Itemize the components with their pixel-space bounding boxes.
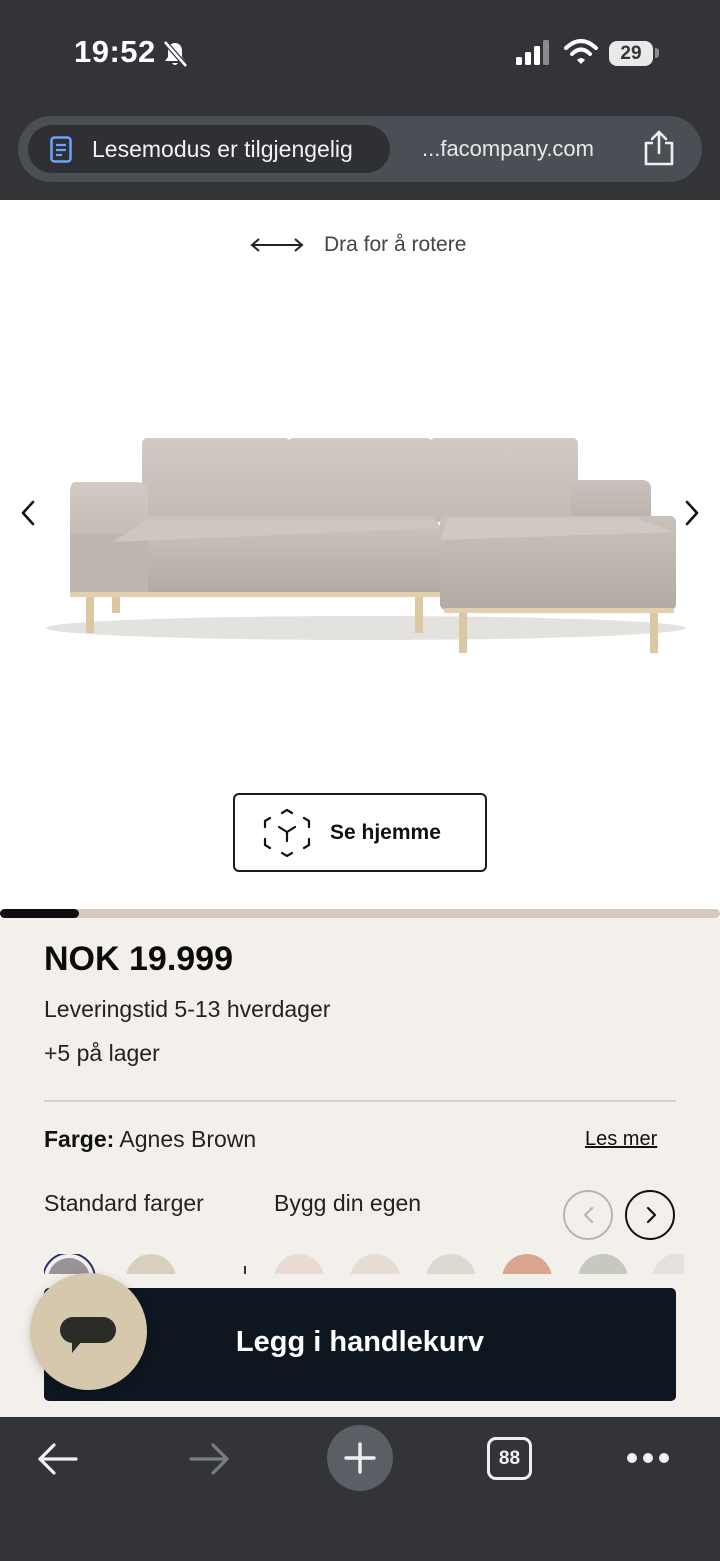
more-options-icon[interactable] [626, 1451, 670, 1465]
double-arrow-icon [250, 238, 304, 252]
forward-arrow-icon[interactable] [187, 1441, 231, 1477]
delivery-time: Leveringstid 5-13 hverdager [44, 996, 331, 1022]
color-label: Farge: [44, 1126, 115, 1152]
read-more-link[interactable]: Les mer [585, 1128, 657, 1151]
color-swatch[interactable] [426, 1254, 476, 1274]
battery-indicator: 29 [609, 41, 653, 66]
chat-button[interactable] [30, 1273, 147, 1390]
browser-top-chrome: 19:52 29 Lesemodus er tilgjengelig ...fa… [0, 0, 720, 200]
swatch-prev-button[interactable] [563, 1190, 613, 1240]
sofa-3d-viewer[interactable] [36, 420, 720, 670]
color-swatch[interactable] [350, 1254, 400, 1274]
color-value: Agnes Brown [119, 1126, 257, 1152]
document-icon [50, 136, 72, 163]
stock-status: +5 på lager [44, 1040, 160, 1066]
chevron-left-icon [583, 1206, 594, 1224]
url-domain[interactable]: ...facompany.com [422, 136, 594, 162]
color-swatch[interactable] [126, 1254, 176, 1274]
color-swatch[interactable] [652, 1254, 684, 1274]
tab-standard-colors[interactable]: Standard farger [44, 1190, 204, 1217]
swatch-divider [244, 1266, 246, 1274]
rotate-hint-text: Dra for å rotere [324, 233, 467, 256]
color-swatch-selected[interactable] [44, 1254, 94, 1274]
rotate-hint: Dra for å rotere [250, 230, 466, 260]
reader-mode-label: Lesemodus er tilgjengelig [92, 136, 353, 162]
tab-switcher-button[interactable]: 88 [487, 1437, 532, 1480]
view-in-home-label: Se hjemme [330, 821, 441, 844]
chevron-right-icon [646, 1206, 657, 1224]
chat-bubble-icon [60, 1317, 116, 1353]
back-arrow-icon[interactable] [36, 1441, 80, 1477]
selected-color: Farge: Agnes Brown [44, 1126, 256, 1153]
browser-toolbar: 88 [0, 1417, 720, 1561]
ar-cube-icon [263, 808, 311, 858]
swatch-next-button[interactable] [625, 1190, 675, 1240]
address-bar[interactable]: Lesemodus er tilgjengelig ...facompany.c… [18, 116, 702, 182]
tab-build-your-own[interactable]: Bygg din egen [274, 1190, 421, 1217]
new-tab-button[interactable] [327, 1425, 393, 1491]
view-in-home-button[interactable]: Se hjemme [233, 793, 487, 872]
gallery-progress-fill [0, 909, 80, 918]
product-page: Dra for å rotere Se hjemme NOK 19.999 Le… [0, 200, 720, 1417]
wifi-icon [564, 39, 598, 64]
product-price: NOK 19.999 [44, 940, 233, 978]
gallery-progress-bar [0, 909, 720, 918]
color-swatches [44, 1254, 684, 1274]
cellular-signal-icon [516, 40, 549, 65]
color-swatch[interactable] [502, 1254, 552, 1274]
divider [44, 1100, 676, 1102]
color-swatch[interactable] [274, 1254, 324, 1274]
reader-mode-button[interactable]: Lesemodus er tilgjengelig [28, 125, 390, 173]
battery-cap [655, 48, 659, 58]
silent-bell-icon [163, 40, 188, 68]
plus-icon [344, 1442, 376, 1474]
share-icon[interactable] [642, 130, 676, 166]
color-swatch[interactable] [578, 1254, 628, 1274]
status-time: 19:52 [74, 34, 156, 69]
